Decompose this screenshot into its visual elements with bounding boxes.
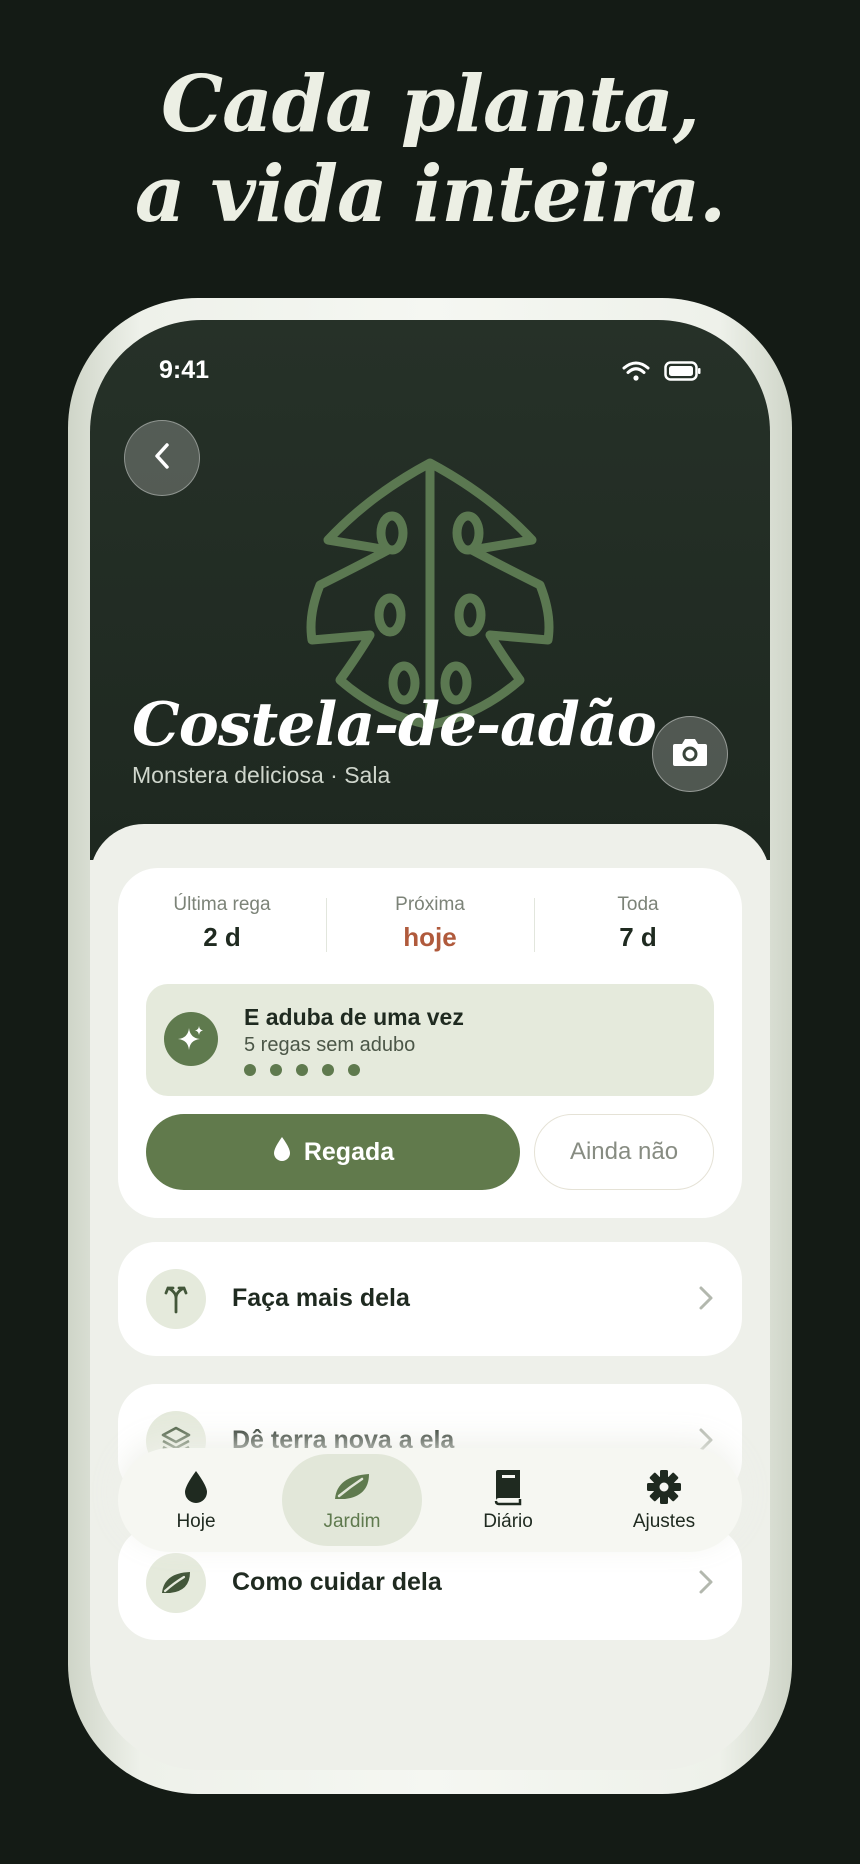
tip-progress-dots <box>244 1064 360 1076</box>
camera-icon <box>671 736 709 773</box>
watered-button-label: Regada <box>303 1137 395 1166</box>
stat-value: 7 d <box>619 922 657 952</box>
tab-hoje[interactable]: Hoje <box>118 1448 274 1552</box>
row-label: Como cuidar dela <box>232 1568 442 1596</box>
stat-value: hoje <box>403 922 457 952</box>
chevron-right-icon <box>698 1284 714 1317</box>
drop-icon <box>183 1467 209 1507</box>
plant-detail-sheet: Última rega 2 d Próxima hoje Toda 7 d E … <box>90 824 770 1770</box>
wifi-icon <box>622 360 650 382</box>
sprout-fork-icon <box>146 1269 206 1329</box>
plant-subtitle: Monstera deliciosa · Sala <box>132 762 391 788</box>
battery-icon <box>664 361 702 381</box>
leaf-icon <box>146 1553 206 1613</box>
tip-subtitle: 5 regas sem adubo <box>244 1034 416 1056</box>
tab-label: Hoje <box>176 1511 216 1532</box>
tab-diario[interactable]: Diário <box>430 1448 586 1552</box>
chevron-left-icon <box>151 441 173 476</box>
plant-hero: 9:41 Costela-de-adão Monstera deliciosa … <box>90 320 770 860</box>
headline-line-1: Cada planta, <box>161 59 700 150</box>
watering-stats: Última rega 2 d Próxima hoje Toda 7 d <box>118 894 742 953</box>
status-icons <box>622 360 702 382</box>
watered-button[interactable]: Regada <box>146 1114 520 1190</box>
gear-icon <box>645 1467 683 1507</box>
progress-dot <box>348 1064 360 1076</box>
stat-label: Próxima <box>395 894 465 915</box>
progress-dot <box>322 1064 334 1076</box>
phone-screen: 9:41 Costela-de-adão Monstera deliciosa … <box>90 320 770 1770</box>
fertilize-tip[interactable]: E aduba de uma vez 5 regas sem adubo <box>146 984 714 1096</box>
back-button[interactable] <box>124 420 200 496</box>
row-label: Faça mais dela <box>232 1284 410 1312</box>
sparkle-icon <box>164 1012 218 1066</box>
row-propagate[interactable]: Faça mais dela <box>118 1242 742 1356</box>
stat-label: Toda <box>617 894 659 915</box>
stat-last-watering: Última rega 2 d <box>118 894 326 953</box>
headline-line-2: a vida inteira. <box>134 149 726 240</box>
tip-title: E aduba de uma vez <box>244 1004 464 1030</box>
stat-value: 2 d <box>203 922 241 952</box>
tab-label: Ajustes <box>632 1511 696 1532</box>
tab-label: Diário <box>483 1511 533 1532</box>
stat-frequency: Toda 7 d <box>534 894 742 953</box>
progress-dot <box>270 1064 282 1076</box>
tab-jardim[interactable]: Jardim <box>274 1448 430 1552</box>
book-icon <box>493 1467 523 1507</box>
tab-bar: Hoje Jardim Diário Ajustes <box>118 1448 742 1552</box>
watering-card: Última rega 2 d Próxima hoje Toda 7 d E … <box>118 868 742 1218</box>
stat-label: Última rega <box>173 894 271 915</box>
not-yet-button[interactable]: Ainda não <box>534 1114 714 1190</box>
stat-next-watering: Próxima hoje <box>326 894 534 953</box>
tab-label: Jardim <box>323 1511 381 1532</box>
headline: Cada planta, a vida inteira. <box>0 60 860 240</box>
plant-name: Costela-de-adão <box>132 690 657 760</box>
leaf-icon <box>332 1467 372 1507</box>
progress-dot <box>244 1064 256 1076</box>
chevron-right-icon <box>698 1568 714 1601</box>
tab-ajustes[interactable]: Ajustes <box>586 1448 742 1552</box>
progress-dot <box>296 1064 308 1076</box>
drop-icon <box>272 1136 292 1169</box>
camera-button[interactable] <box>652 716 728 792</box>
status-time: 9:41 <box>159 356 210 384</box>
